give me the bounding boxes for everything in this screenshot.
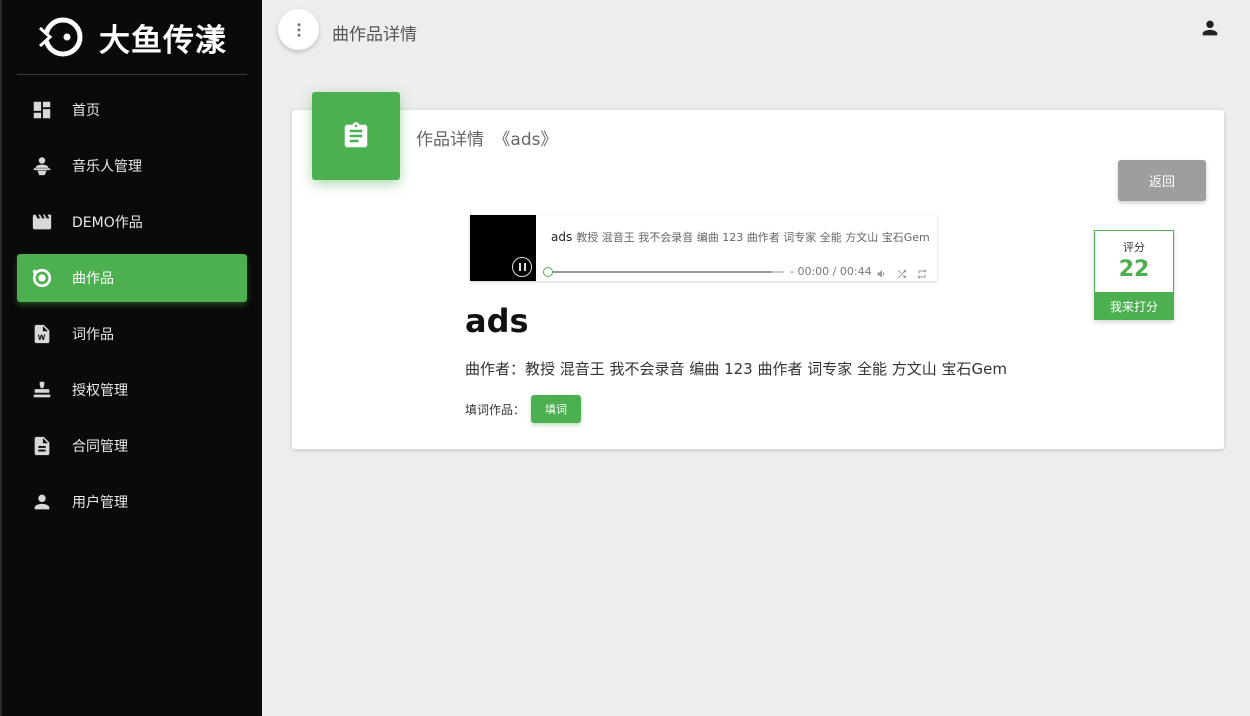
page-title: 曲作品详情 xyxy=(332,25,417,45)
more-menu-button[interactable] xyxy=(278,9,319,50)
track-title: ads xyxy=(551,230,573,244)
sidebar-item-authorization[interactable]: 授权管理 xyxy=(17,366,247,414)
progress-bar[interactable] xyxy=(543,267,784,277)
repeat-icon[interactable] xyxy=(916,265,930,279)
document-icon xyxy=(30,434,54,458)
lyric-works-row: 填词作品： 填词 xyxy=(465,395,582,423)
brand-name: 大鱼传漾 xyxy=(99,22,227,59)
user-icon xyxy=(30,490,54,514)
fill-lyrics-button[interactable]: 填词 xyxy=(531,395,582,423)
score-box: 评分 22 我来打分 xyxy=(1094,230,1174,320)
sidebar-item-label: 曲作品 xyxy=(72,271,114,287)
sidebar-item-label: 授权管理 xyxy=(72,383,128,399)
card-title: 作品详情 《ads》 xyxy=(416,125,557,150)
clipboard-icon xyxy=(312,92,400,180)
clapperboard-icon xyxy=(30,210,54,234)
sidebar-item-demo[interactable]: DEMO作品 xyxy=(17,198,247,246)
sidebar-item-label: 合同管理 xyxy=(72,439,128,455)
more-vertical-icon xyxy=(297,22,300,37)
sidebar-item-contracts[interactable]: 合同管理 xyxy=(17,422,247,470)
sidebar-nav: 首页 音乐人管理 DEMO作品 曲作品 词作品 授权管理 合同管理 用户管理 xyxy=(2,86,262,526)
sidebar: 大鱼传漾 首页 音乐人管理 DEMO作品 曲作品 词作品 授权管理 合同管理 用… xyxy=(0,0,262,716)
record-icon xyxy=(30,266,54,290)
progress-loaded xyxy=(548,271,773,273)
score-label: 评分 xyxy=(1123,241,1145,254)
word-doc-icon xyxy=(30,322,54,346)
brand[interactable]: 大鱼传漾 xyxy=(17,0,247,75)
rate-button[interactable]: 我来打分 xyxy=(1094,292,1174,320)
sidebar-item-label: DEMO作品 xyxy=(72,215,143,231)
sidebar-item-musicians[interactable]: 音乐人管理 xyxy=(17,142,247,190)
account-icon[interactable] xyxy=(1199,17,1221,39)
sidebar-item-label: 音乐人管理 xyxy=(72,159,142,175)
card-title-work-name: 《ads》 xyxy=(493,130,558,150)
progress-thumb[interactable] xyxy=(543,267,553,277)
shuffle-icon[interactable] xyxy=(896,265,910,279)
sidebar-item-label: 首页 xyxy=(72,103,100,119)
composers-line: 曲作者：教授 混音王 我不会录音 编曲 123 曲作者 词专家 全能 方文山 宝… xyxy=(465,360,1008,378)
score-value: 22 xyxy=(1118,257,1150,282)
lyric-works-label: 填词作品： xyxy=(465,402,526,417)
sidebar-item-compositions[interactable]: 曲作品 xyxy=(17,254,247,302)
track-artists: 教授 混音王 我不会录音 编曲 123 曲作者 词专家 全能 方文山 宝石Gem xyxy=(576,231,930,244)
volume-icon[interactable] xyxy=(876,265,890,279)
audio-player: ads 教授 混音王 我不会录音 编曲 123 曲作者 词专家 全能 方文山 宝石… xyxy=(470,215,937,281)
musician-icon xyxy=(30,154,54,178)
sidebar-item-home[interactable]: 首页 xyxy=(17,86,247,134)
sidebar-item-label: 词作品 xyxy=(72,327,114,343)
card-title-text: 作品详情 xyxy=(416,130,484,150)
track-info: ads 教授 混音王 我不会录音 编曲 123 曲作者 词专家 全能 方文山 宝石… xyxy=(551,229,931,245)
sidebar-item-lyrics[interactable]: 词作品 xyxy=(17,310,247,358)
fish-logo-icon xyxy=(38,17,83,57)
pause-button[interactable] xyxy=(512,257,532,277)
work-name: ads xyxy=(465,302,529,340)
stamp-icon xyxy=(30,378,54,402)
time-readout: - 00:00 / 00:44 xyxy=(790,265,872,278)
back-button[interactable]: 返回 xyxy=(1118,160,1206,201)
sidebar-item-users[interactable]: 用户管理 xyxy=(17,478,247,526)
sidebar-item-label: 用户管理 xyxy=(72,495,128,511)
dashboard-icon xyxy=(30,98,54,122)
